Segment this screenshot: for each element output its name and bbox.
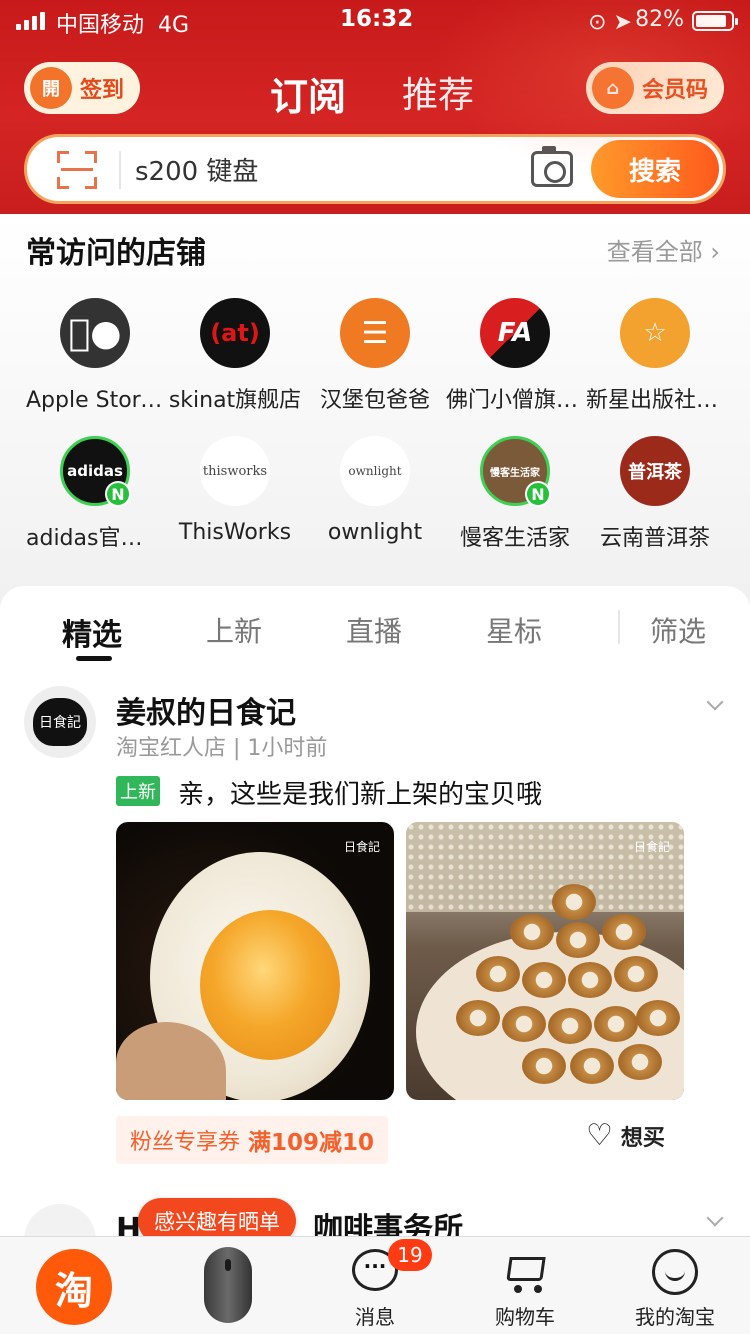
tab-divider xyxy=(618,610,620,644)
camera-icon[interactable] xyxy=(531,146,573,187)
clock: 16:32 xyxy=(340,6,414,32)
store-ownlight[interactable]: ownlight ownlight xyxy=(300,436,450,545)
store-name: ThisWorks xyxy=(178,520,292,545)
nav-label: 我的淘宝 xyxy=(635,1305,715,1329)
burger-logo-icon: ☰ xyxy=(340,298,410,368)
store-skinat[interactable]: (at) skinat旗舰店 xyxy=(160,298,310,414)
tab-starred[interactable]: 星标 xyxy=(486,610,542,650)
store-name: 慢客生活家 xyxy=(459,526,570,551)
store-name: adidas官方旗舰店 xyxy=(26,526,170,551)
coupon-value: 满109减10 xyxy=(248,1130,375,1156)
store-name: skinat旗舰店 xyxy=(168,388,302,413)
search-divider xyxy=(119,151,121,189)
store-puer[interactable]: 普洱茶 云南普洱茶 xyxy=(580,436,730,552)
store-apple[interactable]: ● Apple Store 官方旗舰店 xyxy=(20,298,170,414)
store-fomen[interactable]: FA 佛门小僧旗舰店 xyxy=(440,298,590,414)
nav-label: 购物车 xyxy=(495,1305,555,1329)
unread-badge: 19 xyxy=(388,1239,432,1271)
new-tag-badge: 上新 xyxy=(116,776,160,806)
tab-live[interactable]: 直播 xyxy=(346,610,402,650)
store-name: 佛门小僧旗舰店 xyxy=(446,388,590,413)
ownlight-logo-icon: ownlight xyxy=(340,436,410,506)
want-to-buy-label: 想买 xyxy=(620,1126,665,1151)
header: 中国移动 4G 16:32 ⊙ ➤ 82% 開 签到 订阅 推荐 ⌂ 会员码 s… xyxy=(0,0,750,214)
feed-section: 精选 上新 直播 星标 筛选 日食記 姜叔的日食记 淘宝红人店 | 1小时前 上… xyxy=(0,586,750,1286)
search-input[interactable]: s200 键盘 xyxy=(135,151,258,188)
mouse-product-icon xyxy=(204,1247,252,1323)
checkin-label: 签到 xyxy=(80,78,125,103)
active-tab-indicator xyxy=(76,656,112,661)
fomen-logo-icon: FA xyxy=(480,298,550,368)
store-name: 云南普洱茶 xyxy=(599,526,710,551)
cart-icon xyxy=(502,1251,546,1295)
xinxing-logo-icon: ☆ xyxy=(620,298,690,368)
filter-button[interactable]: 筛选 xyxy=(650,610,706,650)
post-text: 亲，这些是我们新上架的宝贝哦 xyxy=(178,780,543,810)
thisworks-logo-icon: thisworks xyxy=(200,436,270,506)
store-adidas[interactable]: adidas N adidas官方旗舰店 xyxy=(20,436,170,552)
store-thisworks[interactable]: thisworks ThisWorks xyxy=(160,436,310,545)
store-name: 汉堡包爸爸 xyxy=(319,388,430,413)
nav-product-showcase[interactable] xyxy=(150,1237,300,1334)
tab-new[interactable]: 上新 xyxy=(206,610,262,650)
status-bar: 中国移动 4G 16:32 ⊙ ➤ 82% xyxy=(0,0,750,40)
signal-icon xyxy=(16,12,48,30)
profile-smile-icon xyxy=(652,1249,698,1295)
scan-icon[interactable] xyxy=(57,151,97,189)
new-badge: N xyxy=(525,481,551,507)
store-name: ownlight xyxy=(327,520,423,545)
search-bar[interactable]: s200 键盘 搜索 xyxy=(24,134,726,204)
heart-icon: ♡ xyxy=(586,1118,613,1153)
tab-recommend[interactable]: 推荐 xyxy=(402,66,474,118)
puer-logo-icon: 普洱茶 xyxy=(620,436,690,506)
coupon-label: 粉丝专享券 xyxy=(130,1130,241,1155)
carrier-label: 中国移动 xyxy=(56,13,145,38)
taobao-icon: 淘 xyxy=(36,1249,112,1325)
skinat-logo-icon: (at) xyxy=(200,298,270,368)
nav-label: 消息 xyxy=(355,1305,395,1329)
red-envelope-icon: 開 xyxy=(30,67,72,109)
cat-logo-icon: 日食記 xyxy=(33,698,87,746)
nav-my-taobao[interactable]: 我的淘宝 xyxy=(600,1237,750,1334)
want-to-buy-button[interactable]: ♡ 想买 xyxy=(586,1120,665,1152)
adidas-logo-icon: adidas xyxy=(67,462,123,480)
watermark: 日食記 xyxy=(343,840,380,854)
frequent-stores-section: 常访问的店铺 查看全部 › ● Apple Store 官方旗舰店 (at) … xyxy=(0,214,750,594)
store-xinxing[interactable]: ☆ 新星出版社官方旗舰店 xyxy=(580,298,730,414)
mangocase-logo-icon: 慢客生活家 xyxy=(490,467,540,479)
view-all-link[interactable]: 查看全部 › xyxy=(607,232,720,267)
shop-avatar[interactable]: 日食記 xyxy=(24,686,96,758)
store-name: 新星出版社官方旗舰店 xyxy=(586,388,730,413)
apple-logo-icon: ● xyxy=(60,298,130,368)
battery-icon xyxy=(692,11,738,31)
store-icon: ⌂ xyxy=(592,67,634,109)
chevron-down-icon[interactable] xyxy=(706,1209,724,1227)
checkin-button[interactable]: 開 签到 xyxy=(24,62,140,114)
store-name: Apple Store 官方旗舰店 xyxy=(26,388,170,413)
nav-cart[interactable]: 购物车 xyxy=(450,1237,600,1334)
store-hamburger[interactable]: ☰ 汉堡包爸爸 xyxy=(300,298,450,414)
tab-featured[interactable]: 精选 xyxy=(62,610,122,654)
tab-subscribe[interactable]: 订阅 xyxy=(270,66,346,121)
chevron-down-icon[interactable] xyxy=(706,693,724,711)
product-image-egg[interactable]: 日食記 xyxy=(116,822,394,1100)
search-button[interactable]: 搜索 xyxy=(591,140,719,198)
watermark: 日食記 xyxy=(633,840,670,854)
member-code-label: 会员码 xyxy=(642,78,709,103)
store-mangocase[interactable]: 慢客生活家 N 慢客生活家 xyxy=(440,436,590,552)
shop-name[interactable]: 姜叔的日食记 xyxy=(116,688,296,732)
member-code-button[interactable]: ⌂ 会员码 xyxy=(586,62,724,114)
bottom-nav: 淘 ··· 19 消息 购物车 我的淘宝 xyxy=(0,1236,750,1334)
network-label: 4G xyxy=(158,13,190,38)
battery-percent: 82% xyxy=(635,7,684,32)
new-badge: N xyxy=(105,481,131,507)
location-icon: ⊙ ➤ xyxy=(588,10,632,35)
product-image-wafer-rolls[interactable]: 日食記 xyxy=(406,822,684,1100)
nav-messages[interactable]: ··· 19 消息 xyxy=(300,1237,450,1334)
nav-home[interactable]: 淘 xyxy=(0,1237,150,1334)
post-meta: 淘宝红人店 | 1小时前 xyxy=(116,736,328,761)
fan-coupon[interactable]: 粉丝专享券 满109减10 xyxy=(116,1116,389,1164)
section-title: 常访问的店铺 xyxy=(26,236,206,271)
